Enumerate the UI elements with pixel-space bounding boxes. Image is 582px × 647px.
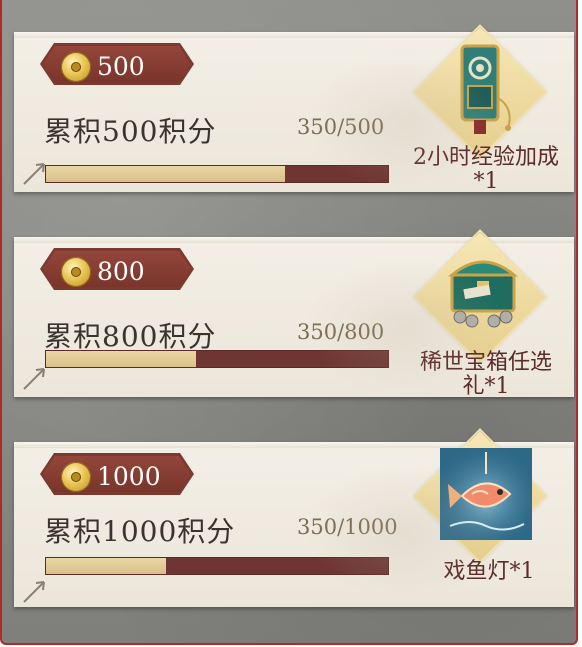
milestone-card: 500 累积500积分 350/500 2小时经验加成 *1	[14, 26, 574, 194]
progress-bar	[46, 351, 388, 367]
points-badge: 800	[40, 248, 194, 290]
progress-text: 350/800	[297, 320, 385, 344]
reward-line-1: 2小时经验加成	[413, 145, 559, 170]
reward-label: 戏鱼灯*1	[414, 560, 564, 584]
badge-value: 800	[97, 257, 145, 286]
fish-lantern-icon[interactable]	[440, 448, 532, 540]
milestone-card: 1000 累积1000积分 350/1000 戏鱼灯*1	[14, 430, 574, 607]
milestone-panel: 500 累积500积分 350/500 2小时经验加成 *1 800 累积800…	[0, 0, 578, 645]
milestone-title: 累积800积分	[44, 320, 217, 353]
progress-text: 350/1000	[297, 515, 398, 539]
milestone-title: 累积500积分	[44, 115, 217, 148]
points-badge: 500	[40, 43, 194, 85]
badge-value: 500	[97, 52, 145, 81]
progress-bar	[46, 558, 388, 574]
arrow-decoration-icon	[23, 581, 45, 603]
arrow-decoration-icon	[23, 163, 45, 185]
reward-line-1: 稀世宝箱任选	[419, 350, 552, 375]
milestone-title: 累积1000积分	[44, 515, 236, 548]
badge-value: 1000	[97, 462, 161, 491]
progress-bar-fill	[46, 558, 166, 574]
coin-icon	[61, 52, 91, 82]
coin-icon	[61, 462, 91, 492]
token-icon[interactable]	[444, 38, 520, 138]
treasure-chest-icon[interactable]	[438, 245, 528, 335]
points-badge: 1000	[40, 453, 194, 495]
reward-line-2: 礼*1	[462, 374, 510, 399]
reward-label: 2小时经验加成 *1	[402, 146, 570, 194]
progress-bar-fill	[46, 351, 196, 367]
reward-label: 稀世宝箱任选 礼*1	[402, 351, 570, 399]
progress-bar	[46, 166, 388, 182]
arrow-decoration-icon	[23, 368, 45, 390]
milestone-card: 800 累积800积分 350/800 稀世宝箱任选 礼*1	[14, 231, 574, 399]
coin-icon	[61, 257, 91, 287]
progress-text: 350/500	[297, 115, 385, 139]
reward-line-2: *1	[473, 169, 499, 194]
progress-bar-fill	[46, 166, 286, 182]
reward-line-1: 戏鱼灯*1	[443, 559, 535, 584]
